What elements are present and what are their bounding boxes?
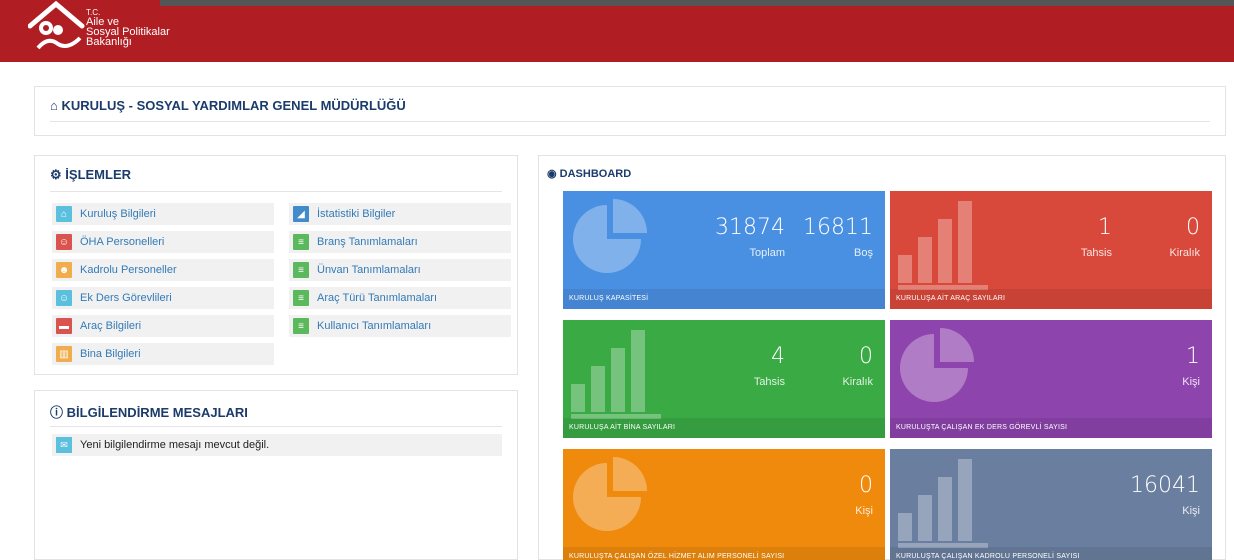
tile-footer: KURULUŞTA ÇALIŞAN KADROLU PERSONELİ SAYI… [890, 547, 1212, 560]
list-icon: ≡ [293, 234, 309, 250]
menu-item-left-2[interactable]: ☻ Kadrolu Personeller [52, 259, 274, 281]
messages-panel: ⓘ BİLGİLENDİRME MESAJLARI ✉ Yeni bilgile… [34, 390, 518, 560]
menu-item-right-4[interactable]: ≡ Kullanıcı Tanımlamaları [289, 315, 511, 337]
menu-item-left-4[interactable]: ▬ Araç Bilgileri [52, 315, 274, 337]
logo-text: T.C. Aile ve Sosyal Politikalar Bakanlığ… [86, 8, 170, 48]
menu-item-label: Araç Bilgileri [80, 320, 142, 332]
tile-value-label: Kişi [855, 505, 873, 517]
pie-chart-icon [900, 328, 974, 402]
menu-item-label: Ünvan Tanımlamaları [317, 264, 421, 276]
dashboard-tile-3[interactable]: 1 Kişi KURULUŞTA ÇALIŞAN EK DERS GÖREVLİ S… [890, 320, 1212, 438]
tile-value-label: Toplam [749, 247, 785, 259]
menu-item-right-2[interactable]: ≡ Ünvan Tanımlamaları [289, 259, 511, 281]
pie-chart-icon [573, 457, 647, 531]
list-icon: ≡ [293, 262, 309, 278]
menu-item-label: Ek Ders Görevlileri [80, 292, 172, 304]
messages-heading: ⓘ BİLGİLENDİRME MESAJLARI [50, 402, 248, 421]
tile-footer: KURULUŞ KAPASİTESİ [563, 289, 885, 309]
menu-item-right-0[interactable]: ◢ İstatistiki Bilgiler [289, 203, 511, 225]
tile-value: 4 [771, 344, 785, 369]
islemler-heading-text: İŞLEMLER [65, 167, 132, 182]
title-panel: ⌂ KURULUŞ - SOSYAL YARDIMLAR GENEL MÜDÜR… [34, 86, 1226, 136]
tile-value: 31874 [715, 215, 785, 240]
header-strip [160, 0, 1234, 6]
tile-value-label: Kişi [1182, 505, 1200, 517]
tile-value: 16041 [1130, 473, 1200, 498]
menu-item-label: Bina Bilgileri [80, 348, 141, 360]
menu-item-right-1[interactable]: ≡ Branş Tanımlamaları [289, 231, 511, 253]
message-item: ✉ Yeni bilgilendirme mesajı mevcut değil… [52, 434, 502, 456]
menu-item-left-0[interactable]: ⌂ Kuruluş Bilgileri [52, 203, 274, 225]
tile-value-label: Kişi [1182, 376, 1200, 388]
tile-value: 1 [1098, 215, 1112, 240]
home-icon: ⌂ [56, 206, 72, 222]
tile-footer: KURULUŞTA ÇALIŞAN EK DERS GÖREVLİ SAYISI [890, 418, 1212, 438]
page-title-text: KURULUŞ - SOSYAL YARDIMLAR GENEL MÜDÜRLÜ… [61, 98, 406, 113]
menu-item-right-3[interactable]: ≡ Araç Türü Tanımlamaları [289, 287, 511, 309]
menu-item-label: İstatistiki Bilgiler [317, 208, 396, 220]
top-header: T.C. Aile ve Sosyal Politikalar Bakanlığ… [0, 0, 1234, 62]
dashboard-tile-1[interactable]: 1 Tahsis 0 Kiralık KURULUŞA AİT ARAÇ SAYILAR… [890, 191, 1212, 309]
tile-value-label: Tahsis [753, 376, 785, 388]
divider [50, 121, 1210, 122]
tile-footer: KURULUŞTA ÇALIŞAN ÖZEL HİZMET ALIM PERSO… [563, 547, 885, 560]
user-icon: ☺ [56, 234, 72, 250]
ministry-logo[interactable]: T.C. Aile ve Sosyal Politikalar Bakanlığ… [28, 0, 188, 58]
tile-value-label: Kiralık [842, 376, 873, 388]
tile-footer: KURULUŞA AİT ARAÇ SAYILARI [890, 289, 1212, 309]
menu-item-label: Branş Tanımlamaları [317, 236, 418, 248]
info-icon: ⓘ [50, 405, 64, 420]
megaphone-icon: ✉ [56, 437, 72, 453]
menu-item-label: Kadrolu Personeller [80, 264, 177, 276]
menu-item-label: Kullanıcı Tanımlamaları [317, 320, 432, 332]
building-icon: ▥ [56, 346, 72, 362]
dashboard-tile-5[interactable]: 16041 Kişi KURULUŞTA ÇALIŞAN KADROLU PERSO… [890, 449, 1212, 560]
dashboard-tile-4[interactable]: 0 Kişi KURULUŞTA ÇALIŞAN ÖZEL HİZMET ALIM … [563, 449, 885, 560]
tile-value-label: Tahsis [1080, 247, 1112, 259]
dashboard-panel: ◉ DASHBOARD 31874 Toplam 16811 Boş KURULUŞ K… [538, 155, 1226, 560]
tile-value-label: Kiralık [1169, 247, 1200, 259]
pie-chart-icon [573, 199, 647, 273]
bar-chart-icon [898, 459, 988, 548]
menu-item-left-3[interactable]: ☺ Ek Ders Görevlileri [52, 287, 274, 309]
message-text: Yeni bilgilendirme mesajı mevcut değil. [80, 439, 270, 451]
tile-value: 16811 [803, 215, 873, 240]
page-title: ⌂ KURULUŞ - SOSYAL YARDIMLAR GENEL MÜDÜR… [50, 98, 406, 113]
users-icon: ☻ [56, 262, 72, 278]
dashboard-tile-0[interactable]: 31874 Toplam 16811 Boş KURULUŞ KAPASİTESİ [563, 191, 885, 309]
car-icon: ▬ [56, 318, 72, 334]
tile-value: 0 [1186, 215, 1200, 240]
user-icon: ☺ [56, 290, 72, 306]
dashboard-heading-text: DASHBOARD [559, 168, 632, 180]
tile-value: 0 [859, 344, 873, 369]
dashboard-icon: ◉ [547, 168, 557, 180]
chart-icon: ◢ [293, 206, 309, 222]
islemler-panel: ⚙ İŞLEMLER ⌂ Kuruluş Bilgileri ☺ ÖHA Person… [34, 155, 518, 375]
logo-line-4: Bakanlığı [86, 36, 132, 48]
divider [50, 191, 502, 192]
bar-chart-icon [571, 330, 661, 419]
bar-chart-icon [898, 201, 988, 290]
list-icon: ≡ [293, 318, 309, 334]
menu-item-left-1[interactable]: ☺ ÖHA Personelleri [52, 231, 274, 253]
islemler-heading: ⚙ İŞLEMLER [50, 167, 131, 183]
logo-emblem-icon [28, 0, 85, 50]
tile-value-label: Boş [854, 247, 873, 259]
gears-icon: ⚙ [50, 167, 62, 182]
dashboard-heading: ◉ DASHBOARD [547, 167, 631, 180]
home-icon: ⌂ [50, 98, 58, 113]
menu-item-label: Araç Türü Tanımlamaları [317, 292, 438, 304]
list-icon: ≡ [293, 290, 309, 306]
messages-heading-text: BİLGİLENDİRME MESAJLARI [66, 405, 248, 420]
divider [50, 426, 502, 427]
tile-footer: KURULUŞA AİT BİNA SAYILARI [563, 418, 885, 438]
tile-value: 0 [859, 473, 873, 498]
menu-item-left-5[interactable]: ▥ Bina Bilgileri [52, 343, 274, 365]
menu-item-label: ÖHA Personelleri [80, 236, 165, 248]
menu-item-label: Kuruluş Bilgileri [80, 208, 156, 220]
dashboard-tile-2[interactable]: 4 Tahsis 0 Kiralık KURULUŞA AİT BİNA SAYILAR… [563, 320, 885, 438]
tile-value: 1 [1186, 344, 1200, 369]
